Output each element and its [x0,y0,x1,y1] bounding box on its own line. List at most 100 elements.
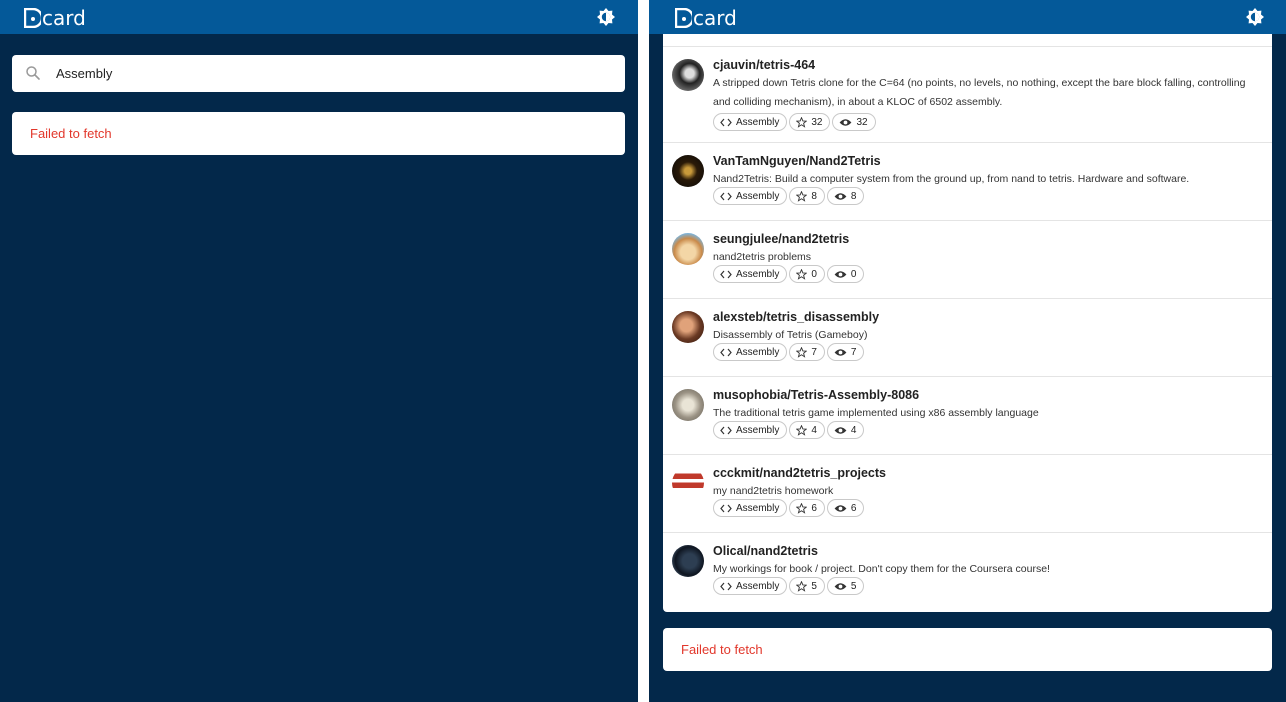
avatar[interactable] [672,467,704,499]
code-icon [720,192,732,200]
app-logo[interactable]: card [674,5,737,30]
code-icon [720,118,732,126]
error-message: Failed to fetch [30,126,112,141]
watchers-tag[interactable]: 8 [826,187,865,205]
stars-count: 32 [811,116,823,128]
watchers-count: 8 [850,190,857,202]
watchers-count: 7 [850,346,857,358]
language-label: Assembly [736,502,780,514]
repo-tags: Assembly 0 0 [713,265,865,283]
repo-item[interactable]: cjauvin/tetris-464 A stripped down Tetris… [663,46,1272,142]
language-label: Assembly [736,268,780,280]
watchers-count: 5 [850,580,857,592]
app-header: card [0,0,638,34]
code-icon [720,270,732,278]
repo-item[interactable]: Olical/nand2tetris My workings for book /… [663,532,1272,610]
error-card: Failed to fetch [663,628,1272,671]
avatar[interactable] [672,155,704,187]
star-icon [796,190,808,202]
language-label: Assembly [736,424,780,436]
avatar[interactable] [672,233,704,265]
star-icon [796,116,808,128]
stars-tag[interactable]: 7 [789,343,825,361]
app-logo[interactable]: card [23,5,86,30]
repo-description: A stripped down Tetris clone for the C=6… [713,77,1246,108]
search-icon [26,66,40,80]
watchers-tag[interactable]: 7 [826,343,865,361]
watchers-count: 6 [850,502,857,514]
right-screen: cjauvin/tetris-464 A stripped down Tetris… [649,0,1286,702]
language-label: Assembly [736,190,780,202]
star-icon [796,502,808,514]
repo-name[interactable]: musophobia/Tetris-Assembly-8086 [713,388,919,402]
error-message: Failed to fetch [681,642,763,657]
brightness-icon [1246,8,1264,26]
search-input[interactable] [56,61,606,86]
language-tag[interactable]: Assembly [713,499,788,517]
code-icon [720,426,732,434]
repo-tags: Assembly 4 4 [713,421,865,439]
language-tag[interactable]: Assembly [713,265,788,283]
stars-tag[interactable]: 6 [789,499,825,517]
code-icon [720,348,732,356]
repo-name[interactable]: Olical/nand2tetris [713,544,818,558]
watchers-tag[interactable]: 0 [826,265,865,283]
language-label: Assembly [736,346,780,358]
repo-list: cjauvin/tetris-464 A stripped down Tetris… [663,34,1272,612]
stars-tag[interactable]: 4 [789,421,825,439]
repo-tags: Assembly 8 8 [713,187,865,205]
stars-count: 4 [811,424,817,436]
code-icon [720,504,732,512]
repo-name[interactable]: ccckmit/nand2tetris_projects [713,466,886,480]
stars-tag[interactable]: 0 [789,265,825,283]
stars-tag[interactable]: 5 [789,577,825,595]
stars-count: 6 [811,502,817,514]
eye-icon [834,582,847,590]
repo-name[interactable]: cjauvin/tetris-464 [713,58,815,72]
repo-tags: Assembly 32 32 [713,113,876,131]
theme-toggle-button[interactable] [596,7,616,27]
stars-tag[interactable]: 32 [789,113,831,131]
stars-count: 0 [811,268,817,280]
star-icon [796,346,808,358]
avatar[interactable] [672,59,704,91]
repo-item[interactable]: alexsteb/tetris_disassembly Disassembly o… [663,298,1272,376]
eye-icon [840,118,852,126]
repo-tags: Assembly 7 7 [713,343,865,361]
repo-item[interactable]: ccckmit/nand2tetris_projects my nand2tetr… [663,454,1272,532]
repo-item[interactable]: musophobia/Tetris-Assembly-8086 The tradi… [663,376,1272,454]
repo-tags: Assembly 5 5 [713,577,865,595]
logo-text: card [693,6,737,30]
repo-name[interactable]: alexsteb/tetris_disassembly [713,310,879,324]
theme-toggle-button[interactable] [1245,7,1265,27]
language-tag[interactable]: Assembly [713,343,788,361]
language-tag[interactable]: Assembly [713,113,788,131]
watchers-tag[interactable]: 32 [832,113,876,131]
language-tag[interactable]: Assembly [713,577,788,595]
repo-name[interactable]: VanTamNguyen/Nand2Tetris [713,154,881,168]
repo-item[interactable]: VanTamNguyen/Nand2Tetris Nand2Tetris: Bui… [663,142,1272,220]
language-label: Assembly [736,580,780,592]
eye-icon [834,348,847,356]
star-icon [796,424,808,436]
repo-name[interactable]: seungjulee/nand2tetris [713,232,849,246]
code-icon [720,582,732,590]
language-tag[interactable]: Assembly [713,421,788,439]
logo-text: card [42,6,86,30]
app-header: card [649,0,1286,34]
stars-count: 7 [811,346,817,358]
brightness-icon [597,8,615,26]
logo-mark-icon [674,7,695,29]
avatar[interactable] [672,545,704,577]
star-icon [796,268,808,280]
avatar[interactable] [672,389,704,421]
watchers-tag[interactable]: 4 [826,421,865,439]
language-tag[interactable]: Assembly [713,187,788,205]
search-bar [12,55,625,92]
stars-tag[interactable]: 8 [789,187,825,205]
eye-icon [834,192,847,200]
watchers-tag[interactable]: 6 [826,499,865,517]
repo-item[interactable]: seungjulee/nand2tetris nand2tetris proble… [663,220,1272,298]
watchers-tag[interactable]: 5 [826,577,865,595]
avatar[interactable] [672,311,704,343]
